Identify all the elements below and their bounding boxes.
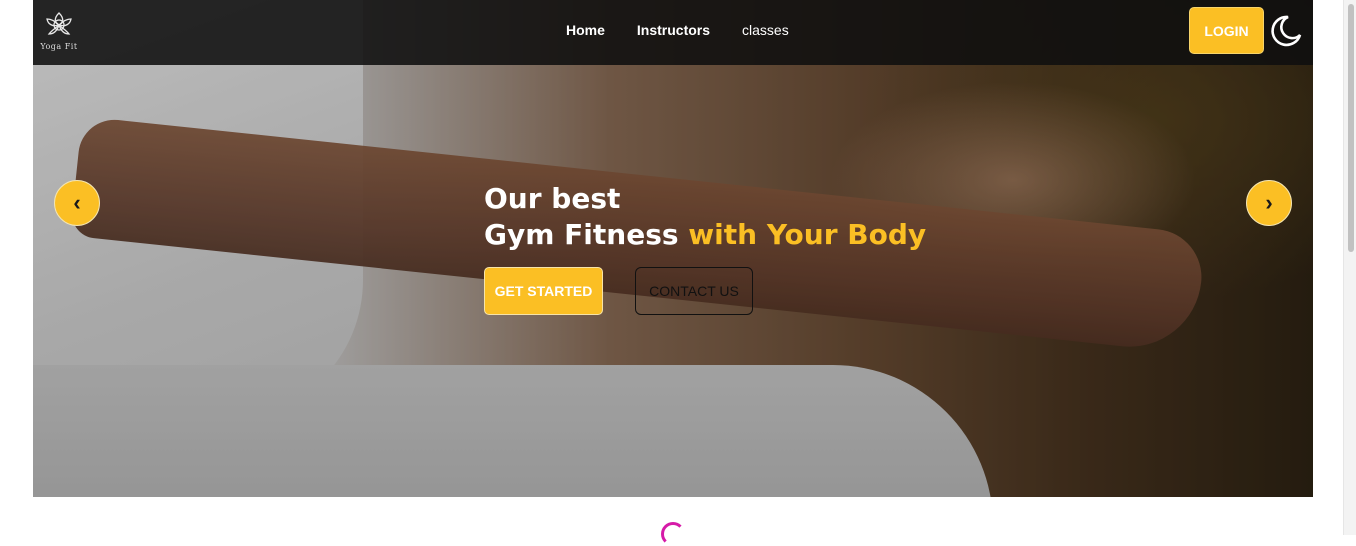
contact-us-button[interactable]: CONTACT US — [635, 267, 753, 315]
nav-classes[interactable]: classes — [742, 22, 789, 38]
spinner-icon — [661, 522, 685, 546]
brand-logo[interactable]: Yoga Fit — [40, 10, 78, 54]
get-started-button[interactable]: GET STARTED — [484, 267, 603, 315]
login-button[interactable]: LOGIN — [1189, 7, 1264, 54]
lotus-icon — [46, 12, 72, 35]
hero-heading-line1: Our best — [484, 182, 621, 215]
main-nav: Home Instructors classes — [566, 22, 821, 38]
hero-heading-accent: with Your Body — [688, 218, 927, 251]
nav-home[interactable]: Home — [566, 22, 605, 38]
hero-heading-line2: Gym Fitness with Your Body — [484, 217, 926, 253]
hero-heading-main: Gym Fitness — [484, 218, 689, 251]
prev-slide-button[interactable]: ‹ — [54, 180, 100, 226]
logo-text: Yoga Fit — [40, 42, 78, 51]
hero-heading: Our best Gym Fitness with Your Body — [484, 181, 926, 253]
page-scrollbar[interactable] — [1343, 0, 1356, 535]
nav-instructors[interactable]: Instructors — [637, 22, 710, 38]
next-slide-button[interactable]: › — [1246, 180, 1292, 226]
scrollbar-thumb[interactable] — [1348, 4, 1354, 252]
moon-icon[interactable] — [1266, 13, 1302, 49]
